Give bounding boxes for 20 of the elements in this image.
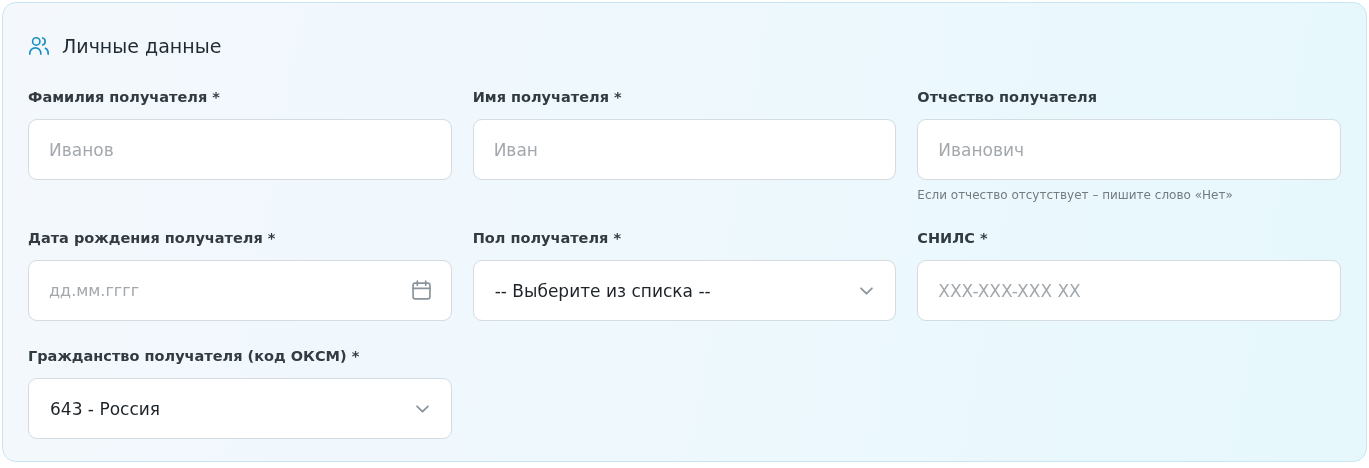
select-field[interactable]: -- Выберите из списка -- [472,260,897,321]
chevron-down-icon [860,286,874,295]
calendar-icon [411,280,431,300]
input-field[interactable]: Иванович [917,119,1341,180]
input-field[interactable]: XXX-XXX-XXX XX [917,260,1341,321]
section-title: Личные данные [62,34,222,59]
date-field[interactable]: дд.мм.гггг [28,260,452,321]
users-icon [28,35,50,57]
chevron-down-icon [415,404,429,413]
field-label: Отчество получателя [917,88,1097,107]
field-label: Фамилия получателя * [28,88,220,107]
field-label: Гражданство получателя (код ОКСМ) * [28,347,360,366]
input-field[interactable]: Иванов [28,119,452,180]
field-label: Имя получателя * [472,88,622,107]
field-label: Дата рождения получателя * [28,229,276,248]
input-field[interactable]: Иван [472,119,897,180]
field-label: СНИЛС * [917,229,988,248]
hint-text: Если отчество отсутствует – пишите слово «Нет» [917,187,1233,203]
field-label: Пол получателя * [472,229,621,248]
select-field[interactable]: 643 - Россия [28,378,452,439]
